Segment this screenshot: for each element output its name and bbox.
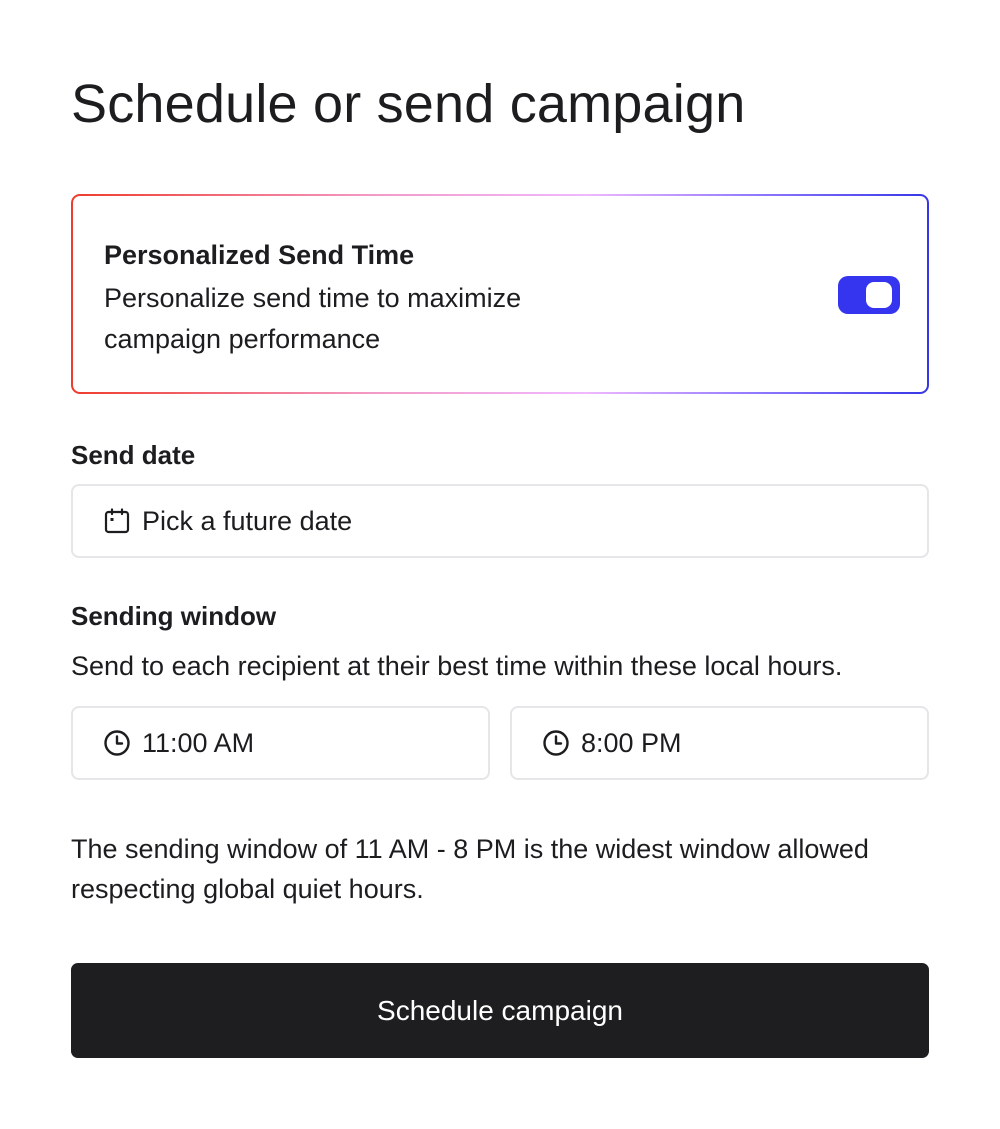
sending-window-label: Sending window xyxy=(71,601,277,631)
sending-window-description: Send to each recipient at their best tim… xyxy=(71,651,843,681)
send-date-label: Send date xyxy=(71,440,196,470)
personalized-send-time-card-body: Personalized Send Time Personalize send … xyxy=(73,196,927,392)
start-time-picker[interactable]: 11:00 AM xyxy=(71,706,490,780)
schedule-campaign-button[interactable]: Schedule campaign xyxy=(71,963,929,1058)
personalized-send-time-toggle[interactable] xyxy=(838,276,900,314)
toggle-knob xyxy=(866,282,892,308)
clock-icon xyxy=(543,730,569,756)
end-time-value: 8:00 PM xyxy=(581,728,682,758)
send-date-picker[interactable]: Pick a future date xyxy=(71,484,929,558)
clock-icon xyxy=(104,730,130,756)
send-date-placeholder: Pick a future date xyxy=(142,506,353,536)
page-title: Schedule or send campaign xyxy=(71,74,746,134)
start-time-value: 11:00 AM xyxy=(142,728,255,758)
personalized-send-time-title: Personalized Send Time xyxy=(104,240,415,270)
personalized-send-time-card: Personalized Send Time Personalize send … xyxy=(71,194,929,394)
calendar-icon xyxy=(104,508,130,534)
personalized-send-time-description: Personalize send time to maximize campai… xyxy=(104,283,522,354)
end-time-picker[interactable]: 8:00 PM xyxy=(510,706,929,780)
sending-window-note: The sending window of 11 AM - 8 PM is th… xyxy=(71,834,869,904)
